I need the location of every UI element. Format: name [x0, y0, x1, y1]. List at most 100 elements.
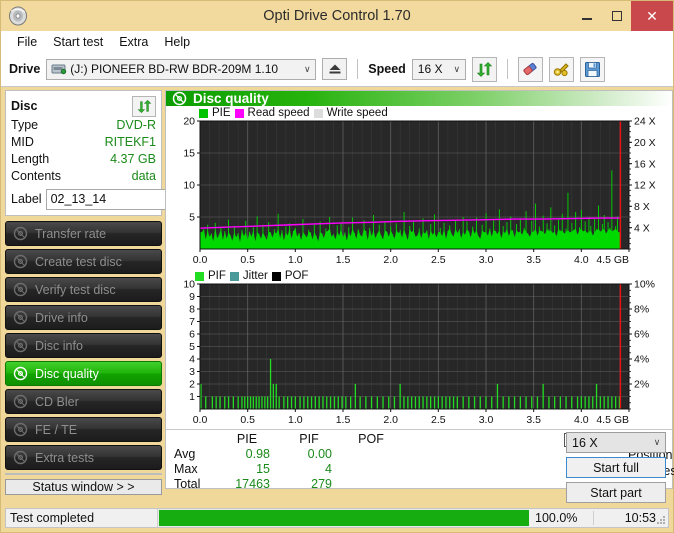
eject-button[interactable] — [322, 58, 348, 80]
legend-label-write-speed: Write speed — [326, 107, 388, 119]
save-icon — [584, 61, 600, 77]
svg-text:1.5: 1.5 — [336, 254, 351, 266]
disc-refresh-button[interactable] — [132, 95, 156, 117]
menu-item-start-test[interactable]: Start test — [45, 34, 111, 50]
test-speed-select[interactable]: 16 X ∨ — [566, 432, 666, 453]
stats-area: PIE PIF POF Avg 0.98 0.00 Max 15 4 Total… — [166, 429, 674, 503]
sidebar-item-verify-test-disc[interactable]: Verify test disc — [5, 277, 162, 302]
svg-text:3.0: 3.0 — [479, 414, 494, 426]
stats-row-total-pof — [340, 477, 402, 491]
save-button[interactable] — [579, 56, 605, 82]
disc-icon — [13, 366, 28, 381]
svg-text:24 X: 24 X — [634, 116, 656, 128]
legend-label-read-speed: Read speed — [247, 107, 310, 119]
sidebar-item-label: Disc quality — [35, 366, 99, 381]
stats-row-avg-key: Avg — [174, 447, 196, 461]
svg-text:1: 1 — [189, 391, 195, 403]
disc-row-type: Type DVD-R — [11, 117, 156, 134]
eject-icon — [329, 64, 341, 74]
svg-text:4.5 GB: 4.5 GB — [596, 254, 629, 266]
disc-row-mid-key: MID — [11, 135, 34, 149]
disc-row-contents-key: Contents — [11, 169, 62, 183]
disc-icon — [13, 394, 28, 409]
menu-item-extra[interactable]: Extra — [111, 34, 156, 50]
chevron-down-icon: ∨ — [303, 63, 311, 74]
status-bar: Test completed 100.0% 10:53 — [5, 508, 669, 528]
drive-select[interactable]: (J:) PIONEER BD-RW BDR-209M 1.10 ∨ — [46, 58, 317, 80]
stats-row-avg-pif: 0.00 — [307, 447, 332, 461]
chevron-down-icon: ∨ — [453, 63, 461, 74]
start-part-button[interactable]: Start part — [566, 482, 666, 503]
sidebar-item-fe-te[interactable]: FE / TE — [5, 417, 162, 442]
svg-text:20 X: 20 X — [634, 137, 656, 149]
disc-row-contents-value: data — [131, 169, 156, 183]
menu-item-file[interactable]: File — [9, 34, 45, 50]
svg-text:3.5: 3.5 — [526, 414, 541, 426]
eraser-icon — [523, 62, 537, 75]
toolbar: Drive (J:) PIONEER BD-RW BDR-209M 1.10 ∨… — [1, 52, 673, 87]
menu-bar: File Start test Extra Help — [1, 31, 673, 52]
left-panel: Disc Type DVD-R MID RITEKF1 Length 4.37 … — [5, 90, 239, 495]
speed-select[interactable]: 16 X ∨ — [411, 58, 466, 80]
stats-header-pif: PIF — [299, 432, 319, 446]
pif-chart[interactable]: PIF Jitter POF 1 2 3 4 5 6 7 8 9 10 2% 4% 6% 8% 10% 0.0… — [167, 269, 671, 429]
svg-text:3: 3 — [189, 366, 195, 378]
disc-icon — [13, 450, 28, 465]
svg-text:2.5: 2.5 — [431, 254, 446, 266]
disc-row-mid-value: RITEKF1 — [104, 135, 156, 149]
tools-button[interactable] — [548, 56, 574, 82]
legend-label-jitter: Jitter — [242, 270, 268, 282]
stats-table: PIE PIF POF Avg 0.98 0.00 Max 15 4 Total… — [166, 430, 402, 491]
disc-row-type-value: DVD-R — [116, 118, 156, 132]
svg-text:1.5: 1.5 — [336, 414, 351, 426]
refresh-icon — [137, 99, 151, 113]
svg-text:5: 5 — [189, 212, 195, 224]
legend-label-pif: PIF — [208, 270, 226, 282]
disc-info-box: Disc Type DVD-R MID RITEKF1 Length 4.37 … — [5, 90, 239, 216]
status-window-button[interactable]: Status window > > — [5, 479, 162, 495]
stats-corner — [174, 432, 216, 446]
legend-swatch-read-speed — [234, 108, 244, 118]
sidebar-item-label: Disc info — [35, 338, 83, 353]
drive-select-value: (J:) PIONEER BD-RW BDR-209M 1.10 — [70, 62, 279, 76]
toolbar-divider — [357, 59, 359, 79]
legend-label-pie: PIE — [212, 107, 231, 119]
legend-swatch-pie — [199, 108, 208, 118]
sidebar-item-drive-info[interactable]: Drive info — [5, 305, 162, 330]
sidebar-item-disc-quality[interactable]: Disc quality — [5, 361, 162, 386]
svg-text:4: 4 — [189, 354, 195, 366]
disc-header-title: Disc — [11, 99, 38, 113]
refresh-button[interactable] — [471, 56, 497, 82]
sidebar-item-disc-info[interactable]: Disc info — [5, 333, 162, 358]
minimize-button[interactable] — [572, 1, 602, 31]
disc-row-length: Length 4.37 GB — [11, 151, 156, 168]
svg-text:6: 6 — [189, 329, 195, 341]
resize-grip-icon[interactable] — [656, 515, 666, 525]
svg-text:4.0: 4.0 — [574, 414, 589, 426]
svg-text:2: 2 — [189, 379, 195, 391]
stats-row-total-key: Total — [174, 477, 201, 491]
svg-text:2.0: 2.0 — [383, 254, 398, 266]
svg-text:20: 20 — [183, 116, 195, 128]
pie-chart[interactable]: PIE Read speed Write speed 5 10 15 20 4 X 8 X… — [167, 106, 671, 269]
maximize-button[interactable] — [602, 1, 631, 31]
start-full-button[interactable]: Start full — [566, 457, 666, 478]
erase-button[interactable] — [517, 56, 543, 82]
sidebar-item-transfer-rate[interactable]: Transfer rate — [5, 221, 162, 246]
sidebar-item-create-test-disc[interactable]: Create test disc — [5, 249, 162, 274]
disc-row-length-key: Length — [11, 152, 50, 166]
disc-row-mid: MID RITEKF1 — [11, 134, 156, 151]
menu-item-help[interactable]: Help — [156, 34, 198, 50]
stats-row-max-key: Max — [174, 462, 198, 476]
sidebar-item-extra-tests[interactable]: Extra tests — [5, 445, 162, 470]
sidebar-item-cd-bler[interactable]: CD Bler — [5, 389, 162, 414]
pie-chart-canvas: 5 10 15 20 4 X 8 X 12 X 16 X 20 X 24 X 0.0 0.5 1.0 1.… — [183, 116, 656, 266]
sidebar-item-label: Extra tests — [35, 450, 95, 465]
stats-row-max-pie: 15 — [256, 462, 270, 476]
close-button[interactable]: ✕ — [631, 1, 673, 31]
stats-row-max-pif: 4 — [325, 462, 332, 476]
disc-icon — [13, 226, 28, 241]
svg-text:12 X: 12 X — [634, 180, 656, 192]
stats-row-total-pie: 17463 — [235, 477, 270, 491]
svg-text:8: 8 — [189, 304, 195, 316]
